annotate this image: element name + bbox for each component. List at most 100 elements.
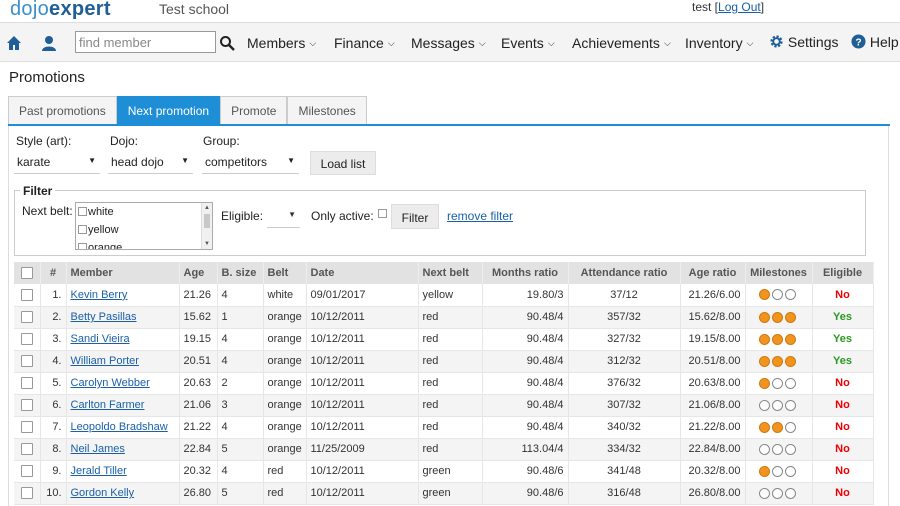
belt-cell: red — [263, 460, 307, 483]
search-icon[interactable] — [219, 35, 235, 51]
member-link[interactable]: Carolyn Webber — [71, 377, 150, 389]
row-select-cell[interactable] — [14, 328, 41, 351]
row-checkbox[interactable] — [20, 465, 33, 478]
user-icon[interactable] — [41, 35, 57, 51]
table-row[interactable]: 6. Carlton Farmer 21.06 3 orange 10/12/2011 re… — [14, 394, 874, 417]
column-header[interactable]: B. size — [217, 262, 264, 284]
search-input[interactable] — [75, 31, 216, 53]
checkbox[interactable] — [78, 207, 87, 216]
table-row[interactable]: 3. Sandi Vieira 19.15 4 orange 10/12/2011 red 9… — [14, 328, 874, 351]
row-select-cell[interactable] — [14, 438, 41, 461]
member-link[interactable]: Betty Pasillas — [71, 311, 137, 323]
table-row[interactable]: 8. Neil James 22.84 5 orange 11/25/2009 red 113… — [14, 438, 874, 461]
age-ratio-cell: 20.32/8.00 — [680, 460, 746, 483]
column-header[interactable]: Belt — [263, 262, 307, 284]
app-logo[interactable]: dojoexpert — [10, 0, 111, 21]
list-scrollbar[interactable]: ▲ ▼ — [201, 203, 212, 249]
column-header[interactable]: Age ratio — [680, 262, 746, 284]
home-icon[interactable] — [6, 35, 22, 51]
member-link[interactable]: Carlton Farmer — [71, 399, 145, 411]
filter-button[interactable]: Filter — [391, 204, 439, 229]
tab-promote[interactable]: Promote — [220, 96, 288, 125]
column-header[interactable]: Next belt — [418, 262, 483, 284]
nav-finance[interactable]: Finance ⌵ — [334, 35, 395, 51]
table-row[interactable]: 1. Kevin Berry 21.26 4 white 09/01/2017 yellow… — [14, 284, 874, 307]
tab-milestones[interactable]: Milestones — [287, 96, 367, 125]
row-select-cell[interactable] — [14, 460, 41, 483]
dojo-select-value: head dojo — [111, 155, 164, 169]
style-select[interactable]: karate ▼ — [14, 150, 100, 174]
age-cell: 20.51 — [179, 350, 218, 373]
row-select-cell[interactable] — [14, 372, 41, 395]
member-link[interactable]: Sandi Vieira — [71, 333, 130, 345]
dojo-select[interactable]: head dojo ▼ — [108, 150, 193, 174]
nav-inventory[interactable]: Inventory ⌵ — [685, 35, 753, 51]
belt-option[interactable]: white — [76, 203, 212, 221]
checkbox[interactable] — [78, 225, 87, 234]
nav-messages[interactable]: Messages ⌵ — [411, 35, 486, 51]
row-checkbox[interactable] — [20, 288, 33, 301]
checkbox[interactable] — [78, 243, 87, 249]
next-belt-list[interactable]: white yellow orange ▲ ▼ — [75, 202, 213, 250]
row-select-cell[interactable] — [14, 306, 41, 329]
table-row[interactable]: 2. Betty Pasillas 15.62 1 orange 10/12/2011 re… — [14, 306, 874, 329]
member-link[interactable]: Jerald Tiller — [71, 465, 127, 477]
date-cell: 09/01/2017 — [306, 284, 419, 307]
row-checkbox[interactable] — [20, 487, 33, 500]
row-checkbox[interactable] — [20, 355, 33, 368]
row-select-cell[interactable] — [14, 350, 41, 373]
tab-next-promotion[interactable]: Next promotion — [116, 96, 221, 125]
column-header[interactable]: Age — [179, 262, 218, 284]
table-row[interactable]: 4. William Porter 20.51 4 orange 10/12/2011 re… — [14, 350, 874, 373]
header-select-all[interactable] — [14, 262, 41, 284]
member-link[interactable]: Leopoldo Bradshaw — [71, 421, 168, 433]
member-link[interactable]: William Porter — [71, 355, 139, 367]
scroll-thumb[interactable] — [204, 214, 210, 228]
load-list-button[interactable]: Load list — [310, 151, 376, 175]
column-header[interactable]: Months ratio — [482, 262, 569, 284]
member-link[interactable]: Neil James — [71, 443, 125, 455]
tab-past-promotions[interactable]: Past promotions — [8, 96, 117, 125]
nav-settings[interactable]: Settings — [769, 34, 838, 50]
belt-option[interactable]: yellow — [76, 221, 212, 239]
only-active-checkbox[interactable] — [378, 209, 387, 218]
row-checkbox[interactable] — [20, 443, 33, 456]
column-header[interactable]: Attendance ratio — [568, 262, 681, 284]
row-checkbox[interactable] — [20, 421, 33, 434]
select-all-checkbox[interactable] — [20, 267, 33, 280]
row-checkbox[interactable] — [20, 377, 33, 390]
scroll-down-icon[interactable]: ▼ — [204, 241, 210, 247]
attendance-ratio-cell: 327/32 — [568, 328, 681, 351]
member-link[interactable]: Gordon Kelly — [71, 487, 135, 499]
row-select-cell[interactable] — [14, 394, 41, 417]
row-checkbox[interactable] — [20, 311, 33, 324]
nav-events[interactable]: Events ⌵ — [501, 35, 555, 51]
table-row[interactable]: 5. Carolyn Webber 20.63 2 orange 10/12/2011 re… — [14, 372, 874, 395]
row-select-cell[interactable] — [14, 284, 41, 307]
row-select-cell[interactable] — [14, 482, 41, 505]
column-header[interactable]: Member — [66, 262, 180, 284]
eligible-label: Eligible: — [221, 209, 264, 223]
table-row[interactable]: 7. Leopoldo Bradshaw 21.22 4 orange 10/12/201… — [14, 416, 874, 439]
logout-link[interactable]: Log Out — [718, 0, 761, 14]
remove-filter-link[interactable]: remove filter — [447, 209, 513, 223]
nav-achievements[interactable]: Achievements ⌵ — [572, 35, 671, 51]
table-row[interactable]: 10. Gordon Kelly 26.80 5 red 10/12/2011 green 9… — [14, 482, 874, 505]
belt-option[interactable]: orange — [76, 239, 212, 249]
scroll-up-icon[interactable]: ▲ — [204, 205, 210, 211]
eligible-select[interactable]: ▼ — [267, 204, 300, 228]
member-link[interactable]: Kevin Berry — [71, 289, 128, 301]
nav-help[interactable]: ? Help — [851, 34, 899, 50]
milestone-pending-icon — [759, 399, 770, 411]
row-checkbox[interactable] — [20, 333, 33, 346]
belt-cell: red — [263, 482, 307, 505]
nav-members[interactable]: Members ⌵ — [247, 35, 316, 51]
table-row[interactable]: 9. Jerald Tiller 20.32 4 red 10/12/2011 green 9… — [14, 460, 874, 483]
milestone-done-icon — [759, 377, 770, 389]
group-select[interactable]: competitors ▼ — [202, 150, 299, 174]
column-header[interactable]: Eligible — [812, 262, 874, 284]
row-select-cell[interactable] — [14, 416, 41, 439]
row-checkbox[interactable] — [20, 399, 33, 412]
eligible-status: No — [835, 421, 850, 433]
column-header[interactable]: Date — [306, 262, 419, 284]
